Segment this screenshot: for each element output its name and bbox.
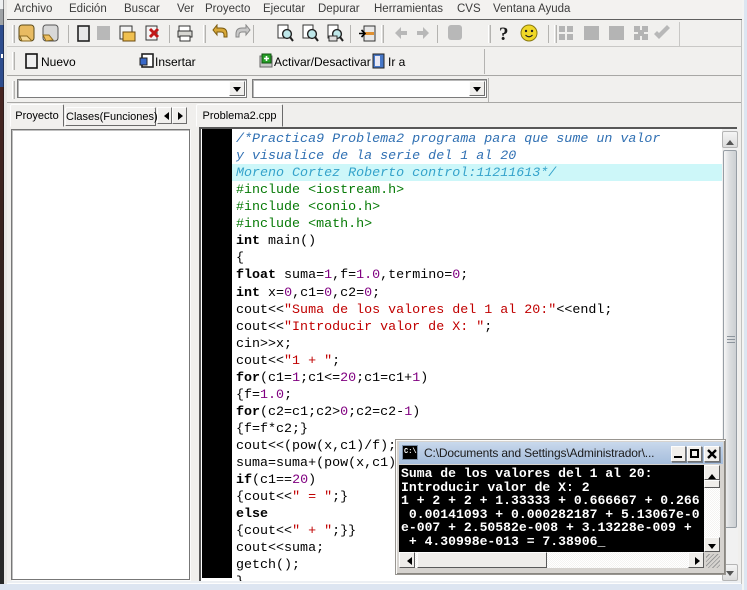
svg-text:?: ?: [499, 24, 509, 44]
